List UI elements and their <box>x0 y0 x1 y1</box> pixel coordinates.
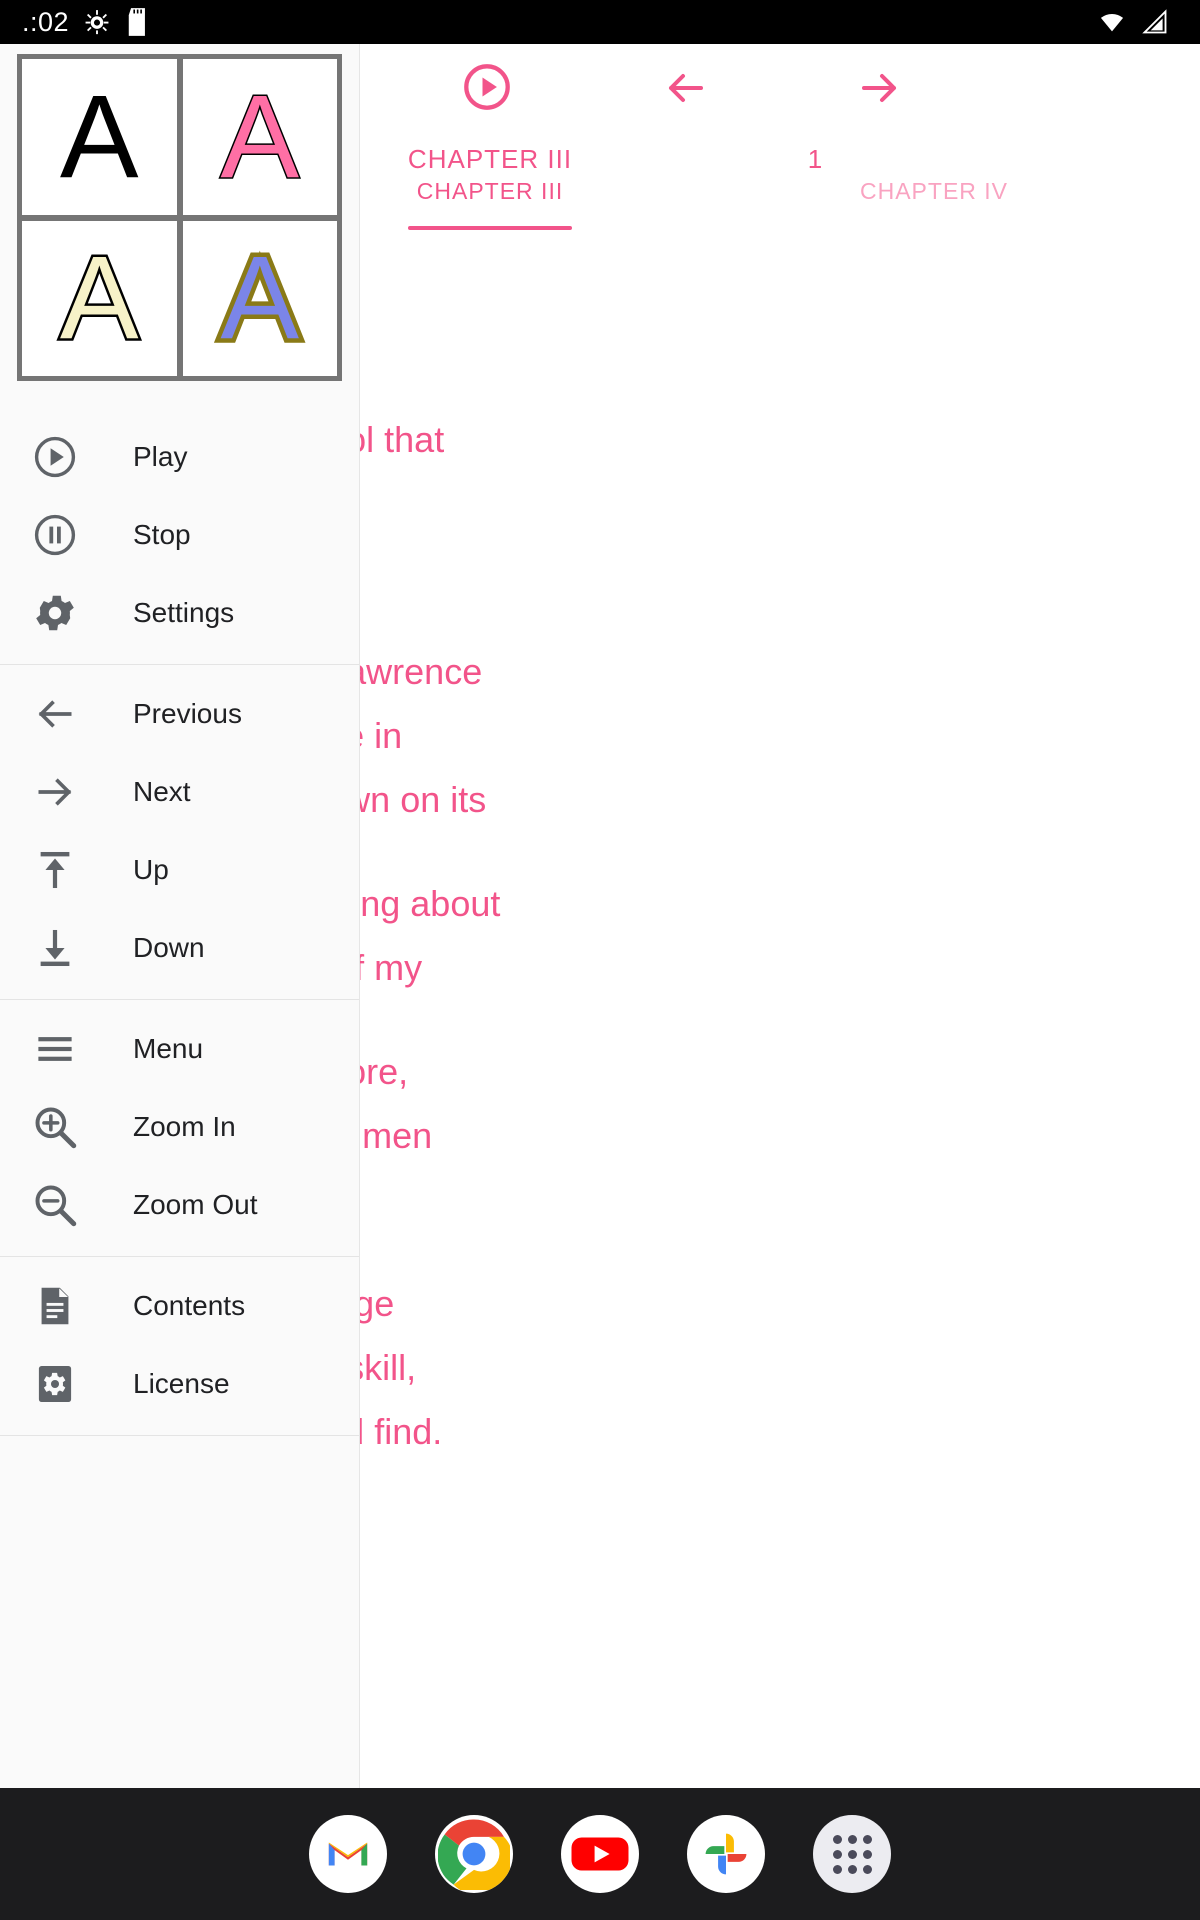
style-swatch-blue-olive-outline[interactable]: A <box>182 220 337 376</box>
chrome-logo-icon <box>438 1819 510 1890</box>
app-grid-icon <box>832 1834 872 1874</box>
sd-card-icon <box>128 8 145 36</box>
drawer-section-view: Menu Zoom In Zoom Out <box>0 1000 359 1257</box>
status-bar: .:02 <box>0 0 1200 44</box>
drawer-item-zoom-out[interactable]: Zoom Out <box>0 1166 359 1244</box>
status-bar-left: .:02 <box>22 7 151 38</box>
android-dock <box>0 1788 1200 1920</box>
style-swatch-pink-outline[interactable]: A <box>182 59 337 215</box>
phone-screen: CHAPTER III CHAPTER III 1 CHAPTER IV ear… <box>0 0 1200 1920</box>
arrow-right-icon <box>862 74 896 102</box>
drawer-item-label: License <box>133 1368 230 1399</box>
drawer-item-label: Up <box>133 854 169 885</box>
drawer-section-info: Contents License <box>0 1257 359 1436</box>
toolbar-next-button[interactable] <box>850 64 910 117</box>
drawer-item-label: Settings <box>133 597 235 628</box>
status-clock: .:02 <box>22 6 70 37</box>
drawer-item-settings[interactable]: Settings <box>0 574 359 652</box>
arrow-left-icon <box>669 74 703 102</box>
status-bar-right <box>1096 8 1178 36</box>
toolbar-active-indicator <box>408 226 572 230</box>
drawer-item-play[interactable]: Play <box>0 418 359 496</box>
navigation-drawer: A A A A Play Stop Settings Previous Next Up Do… <box>0 44 360 1788</box>
app-drawer-button[interactable] <box>813 1815 891 1893</box>
document-icon <box>28 1279 82 1333</box>
play-circle-icon <box>464 64 510 110</box>
drawer-item-label: Down <box>133 932 205 963</box>
chrome-app-icon[interactable] <box>435 1815 513 1893</box>
drawer-item-down[interactable]: Down <box>0 909 359 987</box>
arrow-right-icon <box>28 765 82 819</box>
youtube-play-icon <box>565 1819 635 1889</box>
cell-signal-icon <box>1142 9 1167 34</box>
drawer-item-zoom-in[interactable]: Zoom In <box>0 1088 359 1166</box>
drawer-item-stop[interactable]: Stop <box>0 496 359 574</box>
wifi-icon <box>1100 13 1124 32</box>
drawer-item-license[interactable]: License <box>0 1345 359 1423</box>
drawer-item-label: Menu <box>133 1033 204 1064</box>
drawer-item-label: Play <box>133 441 188 472</box>
drawer-section-playback: Play Stop Settings <box>0 396 359 665</box>
toolbar-page-number: 1 <box>807 144 823 174</box>
youtube-app-icon[interactable] <box>561 1815 639 1893</box>
toolbar-chapter-sublabel: CHAPTER III <box>416 178 564 204</box>
gmail-app-icon[interactable] <box>309 1815 387 1893</box>
drawer-item-label: Zoom Out <box>133 1189 258 1220</box>
drawer-item-label: Next <box>133 776 191 807</box>
drawer-item-next[interactable]: Next <box>0 753 359 831</box>
magnifier-plus-icon <box>28 1100 82 1154</box>
drawer-item-menu[interactable]: Menu <box>0 1010 359 1088</box>
drawer-item-up[interactable]: Up <box>0 831 359 909</box>
toolbar-chapter-label[interactable]: CHAPTER III <box>380 144 600 175</box>
drawer-section-navigation: Previous Next Up Down <box>0 665 359 1000</box>
font-style-grid: A A A A <box>17 54 342 381</box>
arrow-down-to-line-icon <box>28 921 82 975</box>
gmail-envelope-icon <box>328 1842 368 1866</box>
license-gear-icon <box>28 1357 82 1411</box>
bug-icon <box>85 10 109 35</box>
photos-app-icon[interactable] <box>687 1815 765 1893</box>
drawer-item-label: Contents <box>133 1290 246 1321</box>
toolbar-play-button[interactable] <box>460 60 514 119</box>
gear-icon <box>28 586 82 640</box>
google-photos-pinwheel-icon <box>705 1833 747 1875</box>
drawer-menu: Play Stop Settings Previous Next Up Down Menu Zo… <box>0 396 359 1436</box>
drawer-item-previous[interactable]: Previous <box>0 675 359 753</box>
play-circle-icon <box>28 430 82 484</box>
drawer-item-label: Zoom In <box>133 1111 236 1142</box>
toolbar-previous-button[interactable] <box>655 64 715 117</box>
arrow-left-icon <box>28 687 82 741</box>
pause-circle-icon <box>28 508 82 562</box>
drawer-item-contents[interactable]: Contents <box>0 1267 359 1345</box>
magnifier-minus-icon <box>28 1178 82 1232</box>
style-swatch-cream-outline[interactable]: A <box>22 220 177 376</box>
drawer-item-label: Previous <box>133 698 242 729</box>
arrow-up-to-line-icon <box>28 843 82 897</box>
toolbar-next-chapter-label[interactable]: CHAPTER IV <box>860 178 1008 205</box>
drawer-item-label: Stop <box>133 519 191 550</box>
hamburger-menu-icon <box>28 1022 82 1076</box>
style-swatch-black[interactable]: A <box>22 59 177 215</box>
